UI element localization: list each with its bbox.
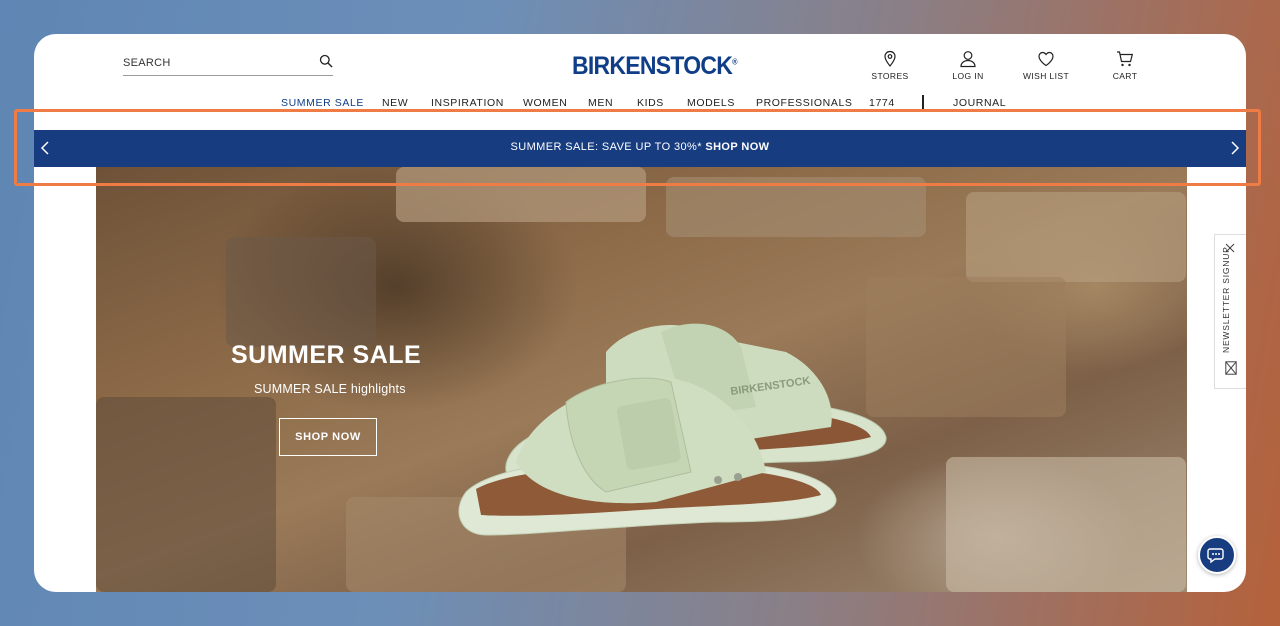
nav-professionals[interactable]: PROFESSIONALS	[756, 97, 853, 109]
main-nav: SUMMER SALE NEW INSPIRATION WOMEN MEN KI…	[34, 95, 1246, 111]
hero-rock	[396, 167, 646, 222]
promo-message[interactable]: SUMMER SALE: SAVE UP TO 30%* SHOP NOW	[34, 141, 1246, 153]
nav-models[interactable]: MODELS	[687, 97, 735, 109]
search-bar[interactable]: SEARCH	[123, 50, 333, 76]
newsletter-signup-tab[interactable]: NEWSLETTER SIGNUP	[1214, 234, 1246, 389]
nav-divider	[922, 95, 924, 109]
chat-bubble-icon	[1207, 548, 1224, 564]
hero-rock	[946, 457, 1186, 592]
nav-journal[interactable]: JOURNAL	[953, 97, 1006, 109]
nav-summer-sale[interactable]: SUMMER SALE	[281, 97, 364, 109]
envelope-icon	[1225, 361, 1237, 375]
hero-rock	[226, 237, 376, 347]
hero-rock	[866, 277, 1066, 417]
hero-rock	[96, 397, 276, 592]
brand-logo[interactable]: BIRKENSTOCK®	[572, 52, 738, 81]
login-link[interactable]: LOG IN	[938, 50, 998, 81]
search-icon[interactable]	[319, 54, 333, 68]
nav-1774[interactable]: 1774	[869, 97, 895, 109]
hero-shop-now-button[interactable]: SHOP NOW	[279, 418, 377, 456]
wishlist-link[interactable]: WISH LIST	[1016, 50, 1076, 81]
nav-kids[interactable]: KIDS	[637, 97, 664, 109]
hero-title: SUMMER SALE	[231, 341, 422, 369]
stores-link[interactable]: STORES	[860, 50, 920, 81]
wishlist-label: WISH LIST	[1022, 71, 1070, 81]
sandals-image: BIRKENSTOCK	[458, 323, 887, 536]
cart-label: CART	[1112, 71, 1138, 81]
promo-banner[interactable]: SUMMER SALE: SAVE UP TO 30%* SHOP NOW	[34, 130, 1246, 167]
stores-label: STORES	[871, 71, 909, 81]
nav-men[interactable]: MEN	[588, 97, 613, 109]
chat-button[interactable]	[1198, 536, 1236, 574]
promo-cta[interactable]: SHOP NOW	[705, 141, 769, 153]
browser-window: SEARCH BIRKENSTOCK® STORES LOG IN WISH L…	[34, 34, 1246, 592]
location-pin-icon	[884, 50, 896, 67]
user-icon	[960, 51, 976, 68]
promo-text: SUMMER SALE: SAVE UP TO 30%*	[510, 141, 702, 153]
chevron-right-icon[interactable]	[1226, 140, 1242, 156]
heart-icon	[1038, 51, 1054, 67]
nav-new[interactable]: NEW	[382, 97, 408, 109]
search-input[interactable]: SEARCH	[123, 57, 171, 69]
nav-inspiration[interactable]: INSPIRATION	[431, 97, 504, 109]
hero-rock	[666, 177, 926, 237]
hero-subtitle: SUMMER SALE highlights	[254, 382, 406, 396]
cart-icon	[1117, 51, 1134, 67]
login-label: LOG IN	[952, 71, 984, 81]
cart-link[interactable]: CART	[1095, 50, 1155, 81]
hero-banner[interactable]: BIRKENSTOCK SUMMER SALE SUMMER SALE high…	[96, 167, 1187, 592]
newsletter-label: NEWSLETTER SIGNUP	[1221, 246, 1231, 353]
hero-rock	[966, 192, 1186, 282]
logo-text: BIRKENSTOCK	[572, 52, 733, 80]
registered-mark: ®	[732, 57, 738, 67]
nav-women[interactable]: WOMEN	[523, 97, 567, 109]
